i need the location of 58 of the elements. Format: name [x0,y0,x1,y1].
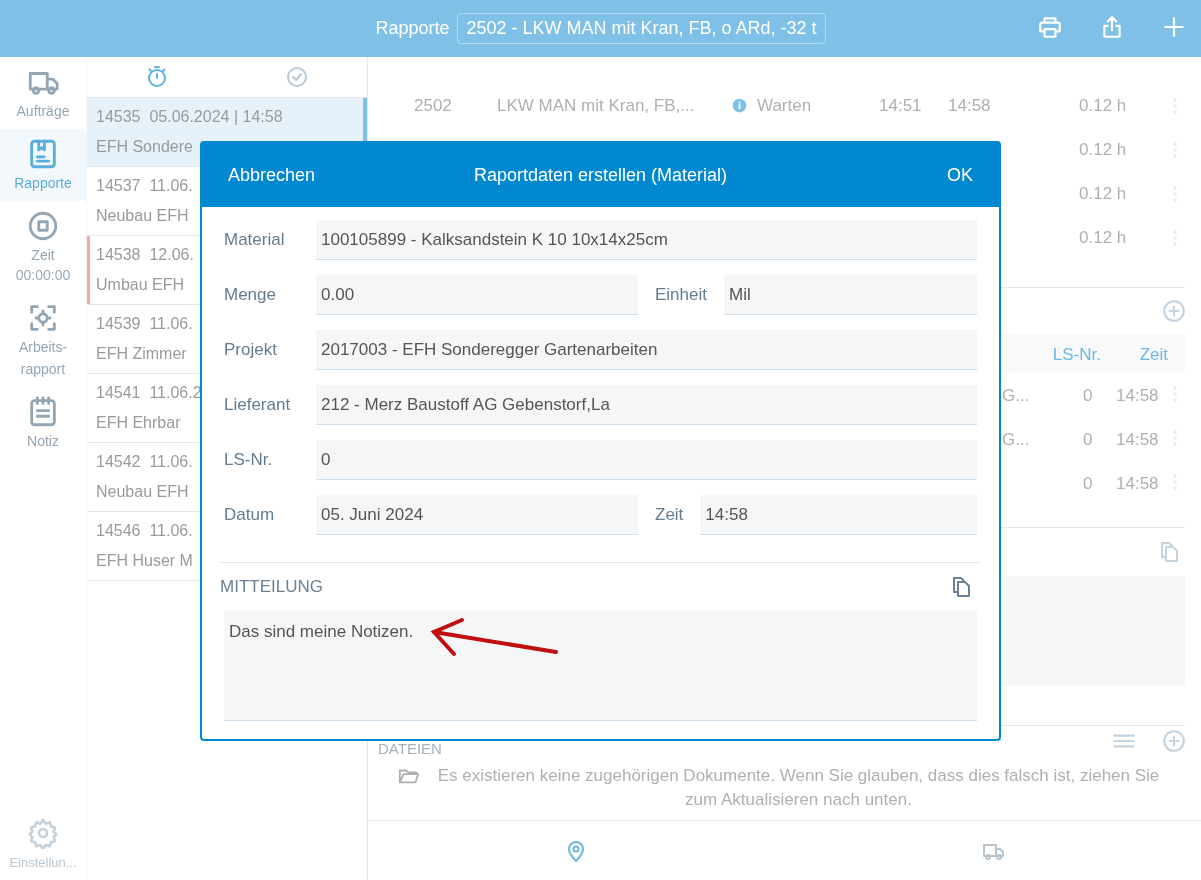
table-cell-text: 14:58 [948,95,991,118]
empty-message: Es existieren keine zugehörigen Dokumente. Wenn Sie glauben, dass dies falsch ist, ziehen Sie zum Aktualisieren nach unten. [436,765,1161,811]
field-label: Zeit [655,504,684,527]
input-field[interactable]: 100105899 - Kalksandstein K 10 10x14x25cm [316,220,977,260]
input-field[interactable]: Mil [724,275,977,315]
settings-icon [27,816,59,849]
dialog-title: Raportdaten erstellen (Material) [472,163,729,187]
table-cell-text: 0.12 h [1079,139,1127,162]
table-cell-text: 14:58 [1116,385,1159,407]
stop-circle-icon [26,209,60,243]
field-label: Material [224,229,286,252]
page-title: Rapporte [375,17,450,40]
table-cell-text: G... [1002,429,1030,451]
table-cell-text: G... [1002,385,1030,407]
input-field[interactable]: 14:58 [700,495,977,535]
column-header: Zeit [1139,344,1168,366]
field-label: Menge [224,284,277,307]
section-title: DATEIEN [378,738,443,759]
input-field[interactable]: 0.00 [316,275,638,315]
table-cell-text: 0 [1083,473,1093,495]
field-label: Projekt [224,339,278,362]
table-cell-text: 2502 [414,95,452,118]
stopwatch-icon[interactable] [145,65,169,89]
nav-item[interactable]: Aufträge [0,57,86,129]
nav-item[interactable]: Notiz [0,387,86,459]
field-label: Datum [224,504,276,527]
table-cell-text: LKW MAN mit Kran, FB,... [497,95,695,118]
nav-item[interactable]: Arbeits- rapport [0,293,86,387]
table-cell-text: 0 [1083,429,1093,451]
timer-text: 00:00:00 [15,266,71,285]
add-circle-icon[interactable] [1161,728,1187,754]
field-label: LS-Nr. [224,449,274,472]
table-cell-text: 0 [1083,385,1093,407]
field-label: Lieferant [224,394,292,417]
ok-button[interactable]: OK [823,161,973,189]
input-field[interactable]: 212 - Merz Baustoff AG Gebenstorf,La [316,385,977,425]
message-field[interactable]: Das sind meine Notizen. [224,611,977,721]
column-header: LS-Nr. [1052,344,1101,366]
input-field[interactable]: 05. Juni 2024 [316,495,638,535]
table-cell-text: 14:58 [1116,473,1159,495]
printer-icon[interactable] [1037,14,1063,40]
table-cell-text: 0.12 h [1079,183,1127,206]
table-cell-text: Warten [757,95,812,118]
nav-item-selected[interactable]: Rapporte [0,129,86,201]
check-circle-icon[interactable] [285,65,309,89]
report-selector[interactable]: 2502 - LKW MAN mit Kran, FB, o ARd, -32 t [457,13,826,44]
table-cell-text: 0.12 h [1079,95,1127,118]
input-field[interactable]: 2017003 - EFH Sonderegger Gartenarbeiten [316,330,977,370]
input-field[interactable]: 0 [316,440,977,480]
plus-icon[interactable] [1161,14,1187,40]
table-cell-text: 14:58 [1116,429,1159,451]
field-label: Einheit [655,284,707,307]
nav-item[interactable]: Zeit 00:00:00 [0,201,86,293]
table-cell-text: 0.12 h [1079,227,1127,250]
table-cell-text: 14:51 [879,95,922,118]
section-title: MITTEILUNG [220,576,323,599]
info-icon[interactable] [732,98,747,113]
add-circle-icon[interactable] [1161,298,1187,324]
